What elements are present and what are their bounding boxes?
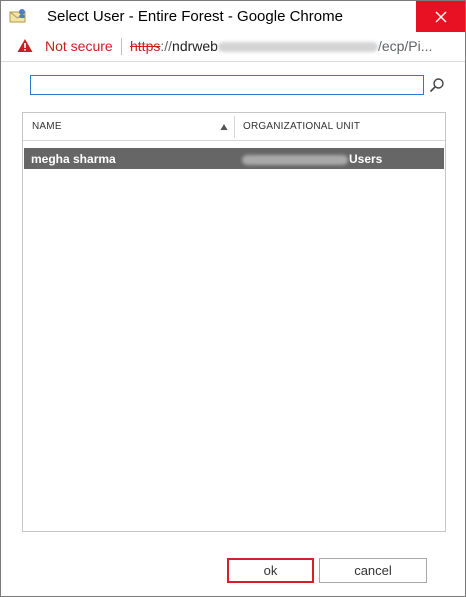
users-directory-icon [9,8,27,24]
ou-suffix: Users [349,152,383,166]
address-bar[interactable]: Not secure https://ndrweb/ecp/Pi... [1,32,465,62]
ok-button[interactable]: ok [227,558,314,583]
url-scheme-separator: :// [160,38,173,54]
url-path: /ecp/Pi... [377,38,433,54]
redacted-domain [242,154,348,165]
user-list[interactable]: NAME ORGANIZATIONAL UNIT megha sharma Us… [22,112,446,532]
organizational-unit-cell: Users [242,152,382,166]
column-header-organizational-unit[interactable]: ORGANIZATIONAL UNIT [235,113,445,141]
cancel-button[interactable]: cancel [319,558,427,583]
not-secure-label[interactable]: Not secure [45,38,113,54]
address-divider [121,38,122,55]
window-title: Select User - Entire Forest - Google Chr… [47,8,343,25]
list-item[interactable]: megha sharma Users [24,148,444,169]
column-header-name[interactable]: NAME [23,113,234,141]
list-header: NAME ORGANIZATIONAL UNIT [23,113,445,141]
url-scheme: https [130,38,161,54]
column-header-ou-label: ORGANIZATIONAL UNIT [243,121,361,132]
title-bar[interactable]: Select User - Entire Forest - Google Chr… [1,1,465,32]
chrome-popup-window: Select User - Entire Forest - Google Chr… [0,0,466,597]
user-name-cell: megha sharma [31,152,116,166]
redacted-host [217,42,378,53]
url-text[interactable]: https://ndrweb/ecp/Pi... [130,38,432,54]
close-icon [435,11,446,22]
close-button[interactable] [416,1,465,32]
search-input[interactable] [30,75,424,95]
search-icon [429,78,444,93]
url-host: ndrweb [172,38,218,54]
warning-triangle-icon[interactable] [17,38,33,53]
search-button[interactable] [427,75,447,95]
sort-ascending-icon [220,124,228,130]
column-header-name-label: NAME [32,121,62,132]
